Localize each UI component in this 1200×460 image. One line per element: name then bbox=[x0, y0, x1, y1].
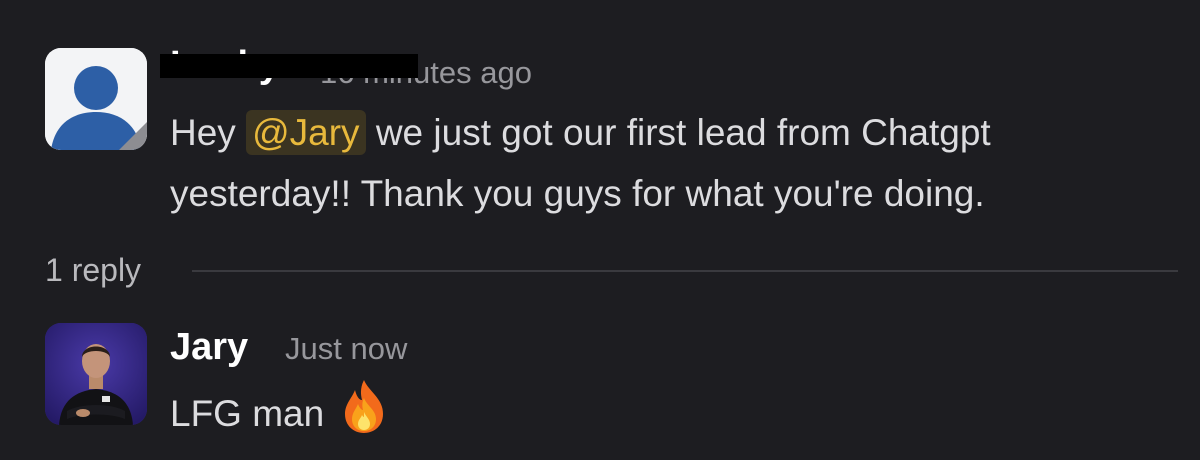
message-text-content: LFG man bbox=[170, 393, 325, 434]
reply-count-link[interactable]: 1 reply bbox=[45, 252, 141, 289]
message-text-line2: yesterday!! Thank you guys for what you'… bbox=[170, 173, 985, 214]
redaction-bar bbox=[160, 54, 418, 78]
timestamp: Just now bbox=[285, 331, 408, 366]
thread-divider bbox=[192, 270, 1178, 272]
message-text: Hey @Jary we just got our first lead fro… bbox=[170, 102, 991, 163]
message-text-start: Hey bbox=[170, 112, 247, 153]
profile-photo-avatar[interactable] bbox=[45, 323, 147, 425]
message-text-rest: we just got our first lead from Chatgpt bbox=[365, 112, 991, 153]
author-name[interactable]: Jary bbox=[170, 326, 248, 369]
message-text: LFG man bbox=[170, 378, 389, 452]
default-user-avatar-icon[interactable] bbox=[45, 48, 147, 150]
fire-emoji-icon bbox=[339, 378, 389, 452]
mention-jary[interactable]: @Jary bbox=[246, 110, 366, 155]
